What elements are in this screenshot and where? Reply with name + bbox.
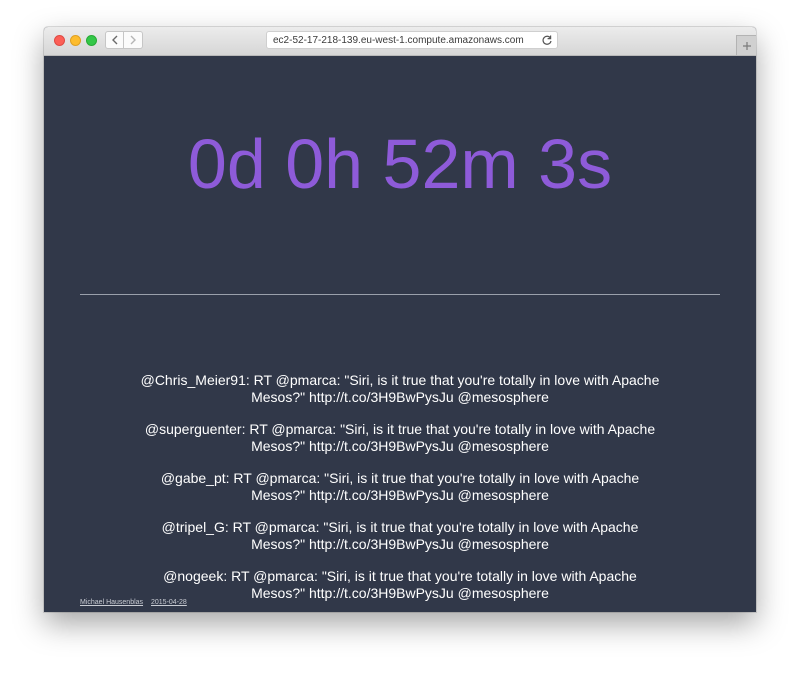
tweet-list: @Chris_Meier91: RT @pmarca: "Siri, is it… xyxy=(140,372,660,612)
browser-titlebar: ec2-52-17-218-139.eu-west-1.compute.amaz… xyxy=(44,27,756,56)
new-tab-button[interactable] xyxy=(736,35,756,55)
reload-icon[interactable] xyxy=(541,34,553,46)
chevron-left-icon xyxy=(111,35,117,45)
forward-button[interactable] xyxy=(124,31,143,49)
author-link[interactable]: Michael Hausenblas xyxy=(80,599,143,606)
countdown-timer: 0d 0h 52m 3s xyxy=(187,125,613,203)
address-bar-url: ec2-52-17-218-139.eu-west-1.compute.amaz… xyxy=(273,35,524,46)
divider xyxy=(80,294,720,295)
tweet-item: @gabe_pt: RT @pmarca: "Siri, is it true … xyxy=(160,470,640,503)
tweet-item: @superguenter: RT @pmarca: "Siri, is it … xyxy=(144,421,656,454)
page-content: 0d 0h 52m 3s @Chris_Meier91: RT @pmarca:… xyxy=(44,56,756,612)
address-bar[interactable]: ec2-52-17-218-139.eu-west-1.compute.amaz… xyxy=(266,31,558,49)
tweet-item: @nogeek: RT @pmarca: "Siri, is it true t… xyxy=(163,568,637,601)
plus-icon xyxy=(742,41,751,50)
chevron-right-icon xyxy=(130,35,136,45)
close-window-button[interactable] xyxy=(54,35,65,46)
browser-window: ec2-52-17-218-139.eu-west-1.compute.amaz… xyxy=(44,27,756,612)
maximize-window-button[interactable] xyxy=(86,35,97,46)
date-link[interactable]: 2015-04-28 xyxy=(151,599,187,606)
tweet-item: @Chris_Meier91: RT @pmarca: "Siri, is it… xyxy=(140,372,660,405)
minimize-window-button[interactable] xyxy=(70,35,81,46)
tweet-item: @tripel_G: RT @pmarca: "Siri, is it true… xyxy=(161,519,639,552)
page-footer: Michael Hausenblas 2015-04-28 xyxy=(80,598,193,607)
back-button[interactable] xyxy=(105,31,124,49)
